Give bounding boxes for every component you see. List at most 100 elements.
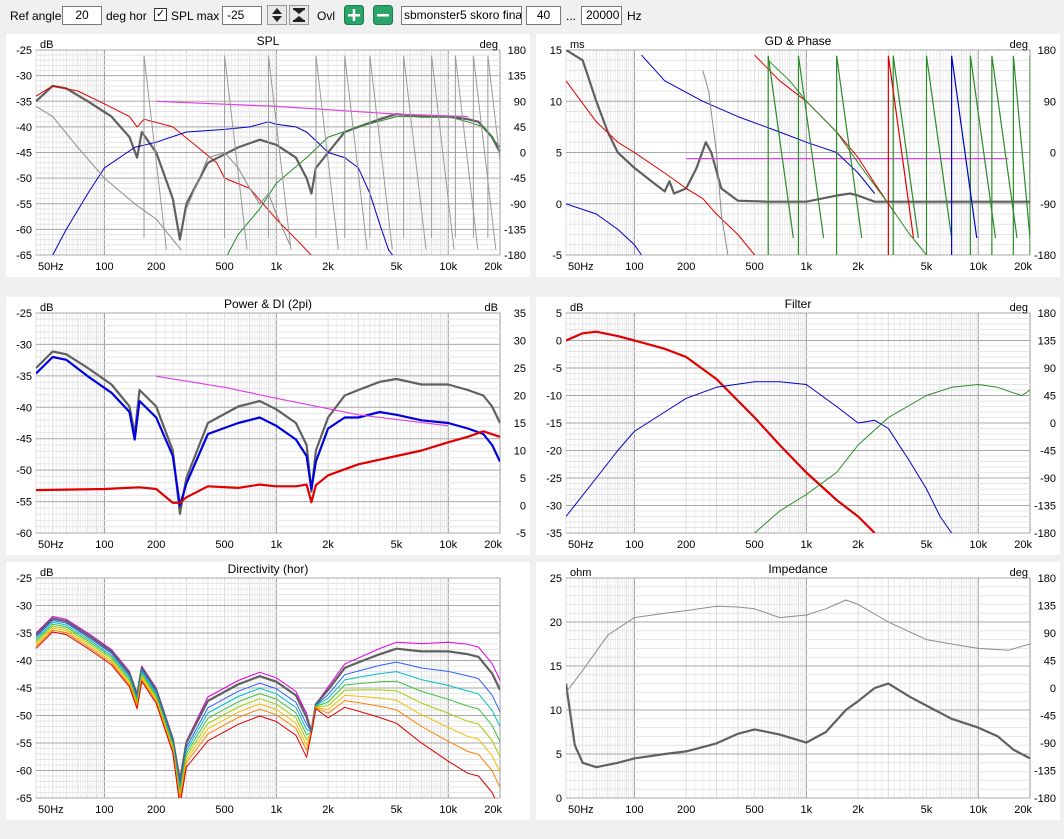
x-tick-label: 50Hz [38,804,64,816]
y2-tick-label: 90 [1044,628,1056,640]
y-tick-label: -25 [16,308,32,320]
y-tick-label: -60 [16,224,32,236]
x-tick-label: 1k [801,804,813,816]
x-tick-label: 10k [439,804,457,816]
x-tick-label: 2k [852,804,864,816]
left-unit-label: dB [40,302,53,314]
y-tick-label: -30 [16,339,32,351]
right-unit-label: deg [1010,39,1028,51]
x-tick-label: 200 [677,539,695,551]
x-tick-label: 5k [921,539,933,551]
power-di-chart: Power & DI (2pi) dB dB -25 -30 -35 -40 -45 -50 -5… [6,297,530,555]
freq-min-input[interactable]: 40 [526,6,561,25]
y2-tick-label: 135 [508,71,526,83]
ref-angle-input[interactable]: 20 [62,6,102,25]
y2-tick-label: 0 [520,501,526,513]
spl-max-input[interactable]: -25 [222,6,262,25]
add-icon[interactable] [344,5,364,25]
y-tick-label: -35 [546,528,562,540]
x-tick-label: 2k [322,261,334,273]
x-tick-label: 100 [625,261,643,273]
y2-tick-label: -135 [1034,501,1056,513]
y-tick-label: -60 [16,766,32,778]
y2-tick-label: -45 [1040,446,1056,458]
y2-tick-label: 45 [514,122,526,134]
x-tick-label: 100 [95,261,113,273]
chart-title: Power & DI (2pi) [224,297,312,311]
toolbar: Ref angle 20 deg hor ✓ SPL max -25 Ovl s… [0,0,1064,32]
freq-max-input[interactable]: 20000 [581,6,622,25]
y2-tick-label: 35 [514,308,526,320]
x-tick-label: 5k [391,804,403,816]
range-separator: ... [566,9,577,23]
y-tick-label: -40 [16,656,32,668]
x-tick-label: 1k [801,261,813,273]
x-tick-label: 20k [1014,804,1032,816]
impedance-chart: Impedance ohm deg 25 20 15 10 5 0 180 135 90 45 0 -45 -… [536,562,1060,820]
left-unit-label: dB [40,567,53,579]
y-tick-label: 5 [556,308,562,320]
x-tick-label: 200 [677,804,695,816]
y-tick-label: -35 [16,96,32,108]
right-unit-label: dB [485,302,498,314]
y2-tick-label: 15 [514,418,526,430]
spl-max-checkbox[interactable]: ✓ [154,8,167,21]
y-tick-label: 0 [556,793,562,805]
x-tick-label: 2k [852,261,864,273]
y-tick-label: -60 [16,528,32,540]
x-tick-label: 200 [147,539,165,551]
chart-title: Impedance [768,562,828,576]
remove-icon[interactable] [373,5,393,25]
y2-tick-label: 30 [514,336,526,348]
x-tick-label: 20k [484,539,502,551]
y-tick-label: -55 [16,199,32,211]
fit-icon[interactable] [289,5,309,25]
y2-tick-label: 10 [514,446,526,458]
y-tick-label: 5 [556,749,562,761]
y2-tick-label: 135 [1038,601,1056,613]
y-tick-label: -30 [546,501,562,513]
x-tick-label: 500 [215,261,233,273]
y-tick-label: -5 [552,363,562,375]
spin-updown-icon[interactable] [267,5,287,25]
deg-hor-label: deg hor [106,9,147,23]
x-tick-label: 10k [969,539,987,551]
y2-tick-label: -180 [1034,528,1056,540]
spl-chart: SPL dB deg -25 -30 -35 -40 -45 -50 -55 -60 -65 180 13… [6,34,530,277]
chart-title: Filter [785,297,812,311]
y-tick-label: -40 [16,402,32,414]
y2-tick-label: 45 [1044,391,1056,403]
y2-tick-label: 5 [520,473,526,485]
y2-tick-label: -135 [1034,766,1056,778]
power-svg: Power & DI (2pi)dB dB-25-30-35-40-45-50-5… [6,297,530,555]
y-tick-label: -25 [546,473,562,485]
y-tick-label: 20 [550,617,562,629]
x-tick-label: 500 [745,261,763,273]
x-tick-label: 50Hz [568,539,594,551]
y2-tick-label: -90 [1040,473,1056,485]
ref-angle-label: Ref angle [10,9,62,23]
x-tick-label: 200 [147,804,165,816]
x-tick-label: 5k [921,804,933,816]
y-tick-label: -30 [16,601,32,613]
x-tick-label: 1k [271,261,283,273]
x-tick-label: 200 [677,261,695,273]
y-tick-label: 0 [556,199,562,211]
overlay-name-input[interactable]: sbmonster5 skoro final4 [401,6,522,25]
y-tick-label: 15 [550,661,562,673]
x-tick-label: 20k [1014,261,1032,273]
y-tick-label: -50 [16,173,32,185]
y-tick-label: -35 [16,371,32,383]
x-tick-label: 5k [391,261,403,273]
y2-tick-label: 135 [1038,336,1056,348]
y-tick-label: 25 [550,573,562,585]
x-tick-label: 500 [745,804,763,816]
y-tick-label: 0 [556,336,562,348]
y2-tick-label: -45 [510,173,526,185]
y-tick-label: -25 [16,45,32,57]
x-tick-label: 20k [484,261,502,273]
y-tick-label: -20 [546,446,562,458]
x-tick-label: 100 [625,539,643,551]
x-tick-label: 2k [322,539,334,551]
right-unit-label: deg [480,39,498,51]
